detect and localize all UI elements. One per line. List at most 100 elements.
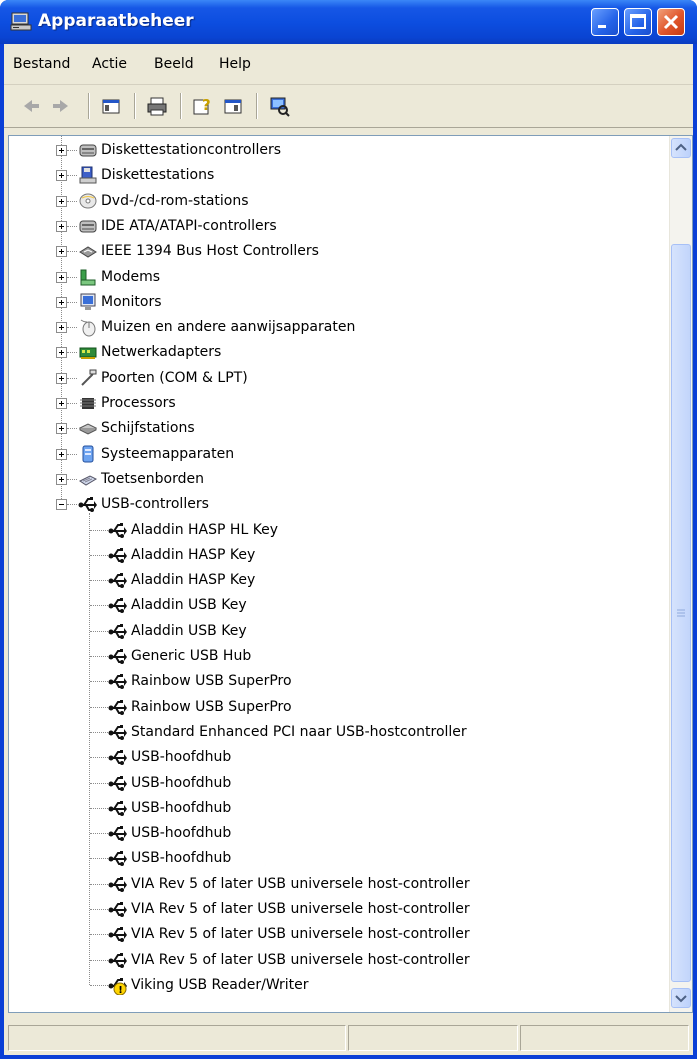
toolbar-separator	[88, 93, 90, 119]
tree-category[interactable]: Schijfstations	[9, 416, 649, 441]
tree-category[interactable]: Modems	[9, 265, 649, 290]
svg-text:?: ?	[202, 96, 211, 114]
usb-device-item[interactable]: USB-hoofdhub	[9, 771, 649, 796]
tree-category[interactable]: IEEE 1394 Bus Host Controllers	[9, 239, 649, 264]
usb-warning-icon: !	[108, 977, 127, 995]
expand-toggle[interactable]	[56, 423, 67, 435]
usb-icon	[108, 547, 127, 563]
expand-toggle[interactable]	[56, 296, 67, 308]
usb-device-item[interactable]: Aladdin HASP Key	[9, 568, 649, 593]
expand-toggle[interactable]	[56, 398, 67, 409]
tree-connector-line	[90, 605, 108, 607]
status-panel	[8, 1025, 346, 1051]
tree-category[interactable]: Monitors	[9, 290, 649, 315]
usb-icon	[108, 598, 127, 614]
tree-category-label: Processors	[101, 395, 176, 411]
usb-device-item[interactable]: USB-hoofdhub	[9, 796, 649, 821]
tree-category-label: Monitors	[101, 293, 162, 310]
usb-icon	[108, 649, 127, 664]
tree-category[interactable]: Muizen en andere aanwijsapparaten	[9, 315, 649, 340]
usb-icon	[108, 724, 127, 740]
title-bar[interactable]: Apparaatbeheer	[0, 0, 697, 44]
expand-toggle[interactable]	[56, 170, 67, 182]
expand-toggle[interactable]	[56, 195, 67, 207]
scroll-thumb[interactable]	[671, 244, 691, 982]
close-button[interactable]	[657, 8, 685, 36]
show-hide-console-tree-icon[interactable]	[100, 95, 122, 117]
scroll-down-button[interactable]	[671, 988, 691, 1008]
minimize-button[interactable]	[591, 8, 619, 36]
tree-category[interactable]: Poorten (COM & LPT)	[9, 366, 649, 391]
tree-category[interactable]: Diskettestationcontrollers	[9, 138, 649, 163]
usb-device-item[interactable]: VIA Rev 5 of later USB universele host-c…	[9, 922, 649, 947]
maximize-button[interactable]	[624, 8, 652, 36]
cdrom-icon	[79, 193, 97, 209]
tree-connector-line	[90, 934, 108, 936]
back-icon[interactable]	[20, 95, 42, 117]
tree-connector-line	[67, 200, 77, 203]
tree-connector-line	[90, 833, 108, 835]
show-hide-action-pane-icon[interactable]	[222, 95, 244, 117]
mouse-icon	[80, 319, 96, 337]
usb-device-label: USB-hoofdhub	[131, 850, 232, 867]
close-icon	[663, 14, 679, 30]
usb-icon	[108, 902, 127, 917]
tree-connector-line	[67, 403, 77, 405]
usb-device-item[interactable]: Generic USB Hub	[9, 644, 649, 669]
usb-device-item[interactable]: Aladdin HASP Key	[9, 543, 649, 568]
usb-device-item[interactable]: USB-hoofdhub	[9, 821, 649, 846]
usb-device-item[interactable]: VIA Rev 5 of later USB universele host-c…	[9, 948, 649, 973]
expand-toggle[interactable]	[56, 347, 67, 359]
expand-toggle[interactable]	[56, 473, 67, 485]
scan-hardware-icon[interactable]	[268, 95, 290, 117]
tree-category[interactable]: Diskettestations	[9, 163, 649, 188]
forward-icon[interactable]	[50, 95, 72, 117]
tree-connector-line	[67, 352, 77, 354]
usb-device-item[interactable]: VIA Rev 5 of later USB universele host-c…	[9, 897, 649, 922]
usb-device-label: USB-hoofdhub	[131, 774, 232, 791]
tree-category-label: Poorten (COM & LPT)	[101, 369, 248, 386]
tree-category[interactable]: Systeemapparaten	[9, 442, 649, 467]
status-panel	[520, 1025, 689, 1051]
tree-category-label: Modems	[101, 268, 161, 285]
usb-device-item[interactable]: Aladdin USB Key	[9, 593, 649, 618]
scroll-up-button[interactable]	[671, 138, 691, 158]
help-icon[interactable]: ?	[192, 95, 214, 117]
collapse-toggle[interactable]	[56, 499, 67, 511]
tree-category[interactable]: Dvd-/cd-rom-stations	[9, 189, 649, 214]
tree-category[interactable]: Netwerkadapters	[9, 340, 649, 365]
tree-category[interactable]: Processors	[9, 391, 649, 416]
usb-device-item[interactable]: Rainbow USB SuperPro	[9, 695, 649, 720]
menu-actie[interactable]: Actie	[92, 56, 127, 72]
tree-connector-line	[90, 554, 108, 557]
usb-device-item[interactable]: USB-hoofdhub	[9, 846, 649, 871]
tree-connector-line	[90, 909, 108, 911]
menu-help[interactable]: Help	[219, 56, 251, 72]
usb-icon	[108, 800, 127, 816]
usb-device-item[interactable]: USB-hoofdhub	[9, 745, 649, 770]
usb-device-item[interactable]: ! Viking USB Reader/Writer	[9, 973, 649, 998]
floppy-controller-icon	[79, 144, 97, 157]
expand-toggle[interactable]	[56, 220, 67, 232]
menu-bestand[interactable]: Bestand	[13, 56, 70, 72]
expand-toggle[interactable]	[56, 271, 67, 283]
expand-toggle[interactable]	[56, 246, 67, 258]
usb-device-item[interactable]: VIA Rev 5 of later USB universele host-c…	[9, 872, 649, 897]
ide-controller-icon	[79, 220, 97, 233]
tree-category-label: IDE ATA/ATAPI-controllers	[101, 217, 277, 234]
expand-toggle[interactable]	[56, 145, 67, 156]
menu-beeld[interactable]: Beeld	[154, 56, 194, 72]
expand-toggle[interactable]	[56, 448, 67, 460]
usb-device-item[interactable]: Aladdin HASP HL Key	[9, 518, 649, 543]
usb-device-item[interactable]: Rainbow USB SuperPro	[9, 669, 649, 694]
tree-category[interactable]: USB-controllers	[9, 492, 649, 517]
tree-category[interactable]: Toetsenborden	[9, 467, 649, 492]
vertical-scrollbar[interactable]	[669, 136, 692, 1012]
print-icon[interactable]	[146, 95, 168, 117]
usb-device-item[interactable]: Aladdin USB Key	[9, 619, 649, 644]
tree-category[interactable]: IDE ATA/ATAPI-controllers	[9, 214, 649, 239]
expand-toggle[interactable]	[56, 372, 67, 384]
modem-icon	[80, 269, 96, 285]
expand-toggle[interactable]	[56, 322, 67, 334]
usb-device-item[interactable]: Standard Enhanced PCI naar USB-hostcontr…	[9, 720, 649, 745]
